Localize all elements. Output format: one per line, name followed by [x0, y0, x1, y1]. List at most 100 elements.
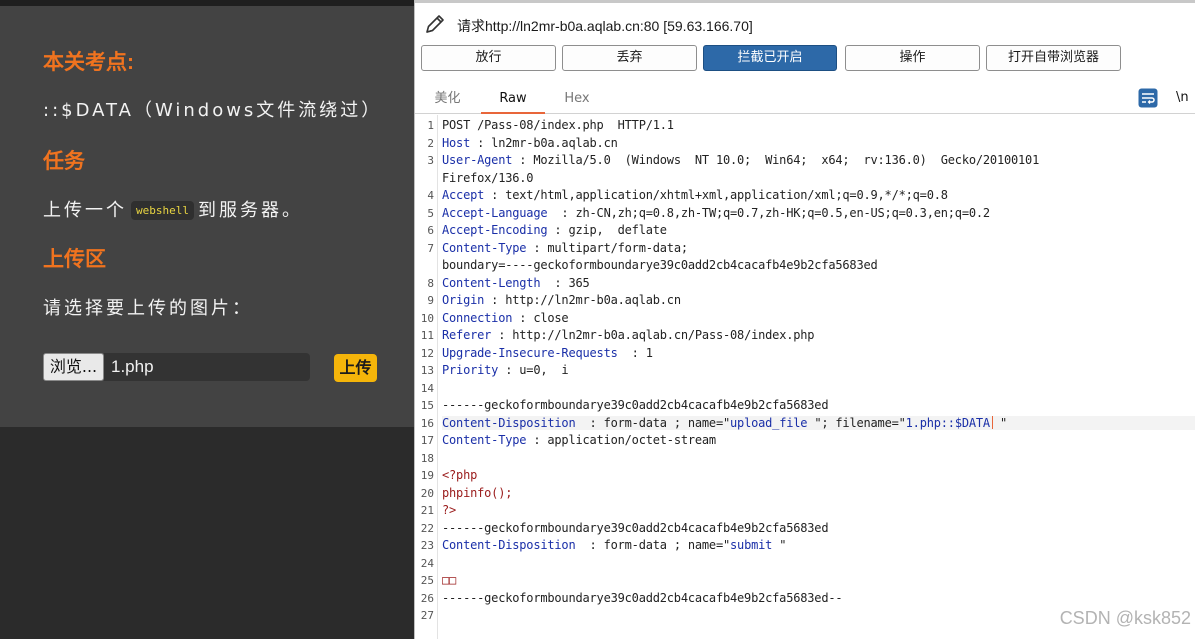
browse-button[interactable]: 浏览...: [43, 353, 104, 381]
section-title-task: 任务: [43, 150, 85, 173]
line-number: 24: [420, 556, 434, 570]
boundary-text: ------geckoformboundarye39c0add2cb4cacaf…: [442, 520, 829, 535]
line-number: 4: [427, 189, 434, 202]
intercept-on-button[interactable]: 拦截已开启: [703, 45, 837, 71]
line-number: 8: [427, 276, 434, 290]
line-number: 13: [420, 364, 434, 377]
request-title: 请求http://ln2mr-b0a.aqlab.cn:80 [59.63.16…: [457, 18, 753, 34]
header-value: : ln2mr-b0a.aqlab.cn: [470, 135, 618, 150]
header-value: : http://ln2mr-b0a.aqlab.cn/Pass-08/inde…: [491, 328, 815, 342]
line-number: 16: [420, 416, 434, 430]
multipart-boundary: ------geckoformboundarye39c0add2cb4cacaf…: [442, 521, 1195, 535]
show-newlines-toggle[interactable]: \n: [1176, 90, 1189, 105]
line-number: 23: [420, 539, 434, 552]
header-value: : Mozilla/5.0 (Windows NT 10.0; Win64; x…: [512, 153, 1040, 167]
header-value: ": [772, 538, 787, 552]
header-value: "; filename=": [807, 415, 906, 430]
php-code: <?php: [442, 468, 478, 482]
line-number: 22: [420, 521, 434, 535]
tab-pretty[interactable]: 美化: [425, 84, 470, 114]
header-content-length: Content-Length : 365: [442, 276, 1195, 290]
line-number: 15: [420, 399, 434, 412]
php-phpinfo: phpinfo();: [442, 486, 1195, 500]
header-value: : text/html,application/xhtml+xml,applic…: [484, 188, 948, 202]
header-user-agent-cont: Firefox/136.0: [442, 171, 1195, 185]
task-text-pre: 上传一个: [43, 200, 127, 221]
burp-intercept-panel: 请求http://ln2mr-b0a.aqlab.cn:80 [59.63.16…: [414, 0, 1195, 639]
action-button[interactable]: 操作: [845, 45, 980, 71]
selected-file-name[interactable]: 1.php: [104, 353, 310, 381]
line-number: 12: [420, 346, 434, 360]
filename-value: 1.php::$DATA: [905, 415, 990, 430]
header-value: : close: [512, 310, 569, 325]
header-accept-language: Accept-Language : zh-CN,zh;q=0.8,zh-TW;q…: [442, 206, 1195, 220]
header-value: : form-data ; name=": [575, 538, 731, 552]
line-number: 7: [427, 241, 434, 255]
header-name: Host: [442, 135, 471, 150]
header-value: : u=0, i: [498, 363, 569, 377]
line-number: 3: [427, 154, 434, 167]
line-number: 10: [420, 311, 434, 325]
header-value: : http://ln2mr-b0a.aqlab.cn: [484, 293, 681, 307]
line-number: 14: [420, 381, 434, 395]
header-value: : zh-CN,zh;q=0.8,zh-TW;q=0.7,zh-HK;q=0.5…: [547, 205, 990, 220]
section-title-upload-area: 上传区: [43, 248, 106, 271]
lab-content-panel: 本关考点: ::$DATA（Windows文件流绕过） 任务 上传一个 websh…: [0, 6, 414, 427]
boundary-text: ------geckoformboundarye39c0add2cb4cacaf…: [442, 590, 843, 605]
editor-tab-bar: 美化 Raw Hex: [415, 84, 1195, 114]
php-code: ?>: [442, 503, 457, 517]
header-value: : gzip, deflate: [547, 223, 667, 237]
php-code: phpinfo();: [442, 485, 513, 500]
header-name: Content-Disposition: [442, 415, 576, 430]
content-disposition-file: Content-Disposition : form-data ; name="…: [442, 415, 1195, 430]
open-browser-button[interactable]: 打开自带浏览器: [986, 45, 1121, 71]
panel-top-border: [415, 0, 1195, 3]
header-origin: Origin : http://ln2mr-b0a.aqlab.cn: [442, 293, 1195, 307]
section-title-test-point: 本关考点:: [43, 51, 134, 74]
multipart-boundary-end: ------geckoformboundarye39c0add2cb4cacaf…: [442, 591, 1195, 605]
watermark: CSDN @ksk852: [1059, 608, 1191, 628]
tab-raw[interactable]: Raw: [481, 84, 545, 114]
content-disposition-submit: Content-Disposition : form-data ; name="…: [442, 538, 1195, 552]
header-value-cont: boundary=----geckoformboundarye39c0add2c…: [442, 258, 878, 272]
header-name: Referer: [442, 328, 492, 342]
line-number: 18: [420, 451, 434, 465]
header-priority: Priority : u=0, i: [442, 363, 1195, 377]
header-name: Connection: [442, 310, 513, 325]
submit-value: □□: [442, 573, 1195, 587]
task-text-post: 到服务器。: [197, 200, 303, 221]
header-name: Content-Type: [442, 240, 527, 255]
header-value: : application/octet-stream: [526, 433, 716, 447]
word-wrap-icon[interactable]: [1138, 88, 1158, 108]
line-number: 25: [420, 574, 434, 587]
line-number: 17: [420, 434, 434, 447]
raw-request-editor[interactable]: 1 2 3 4 5 6 7 8 9 10 11 12 13 14 15 16 1…: [415, 115, 1195, 639]
header-name: Accept-Language: [442, 205, 548, 220]
forward-button[interactable]: 放行: [421, 45, 556, 71]
header-accept: Accept : text/html,application/xhtml+xml…: [442, 188, 1195, 202]
task-text: 上传一个 webshell 到服务器。: [43, 196, 303, 222]
boundary-text: ------geckoformboundarye39c0add2cb4cacaf…: [442, 398, 829, 412]
upload-prompt: 请选择要上传的图片：: [43, 298, 253, 319]
drop-button[interactable]: 丢弃: [562, 45, 697, 71]
header-value: ": [992, 415, 1008, 430]
test-point-text: ::$DATA（Windows文件流绕过）: [43, 100, 383, 121]
request-line-text: POST /Pass-08/index.php HTTP/1.1: [442, 118, 674, 132]
upload-button[interactable]: 上传: [334, 354, 377, 382]
line-number: 27: [420, 609, 434, 622]
field-name-value: submit: [730, 538, 773, 552]
header-name: Accept: [442, 188, 485, 202]
header-connection: Connection : close: [442, 311, 1195, 325]
field-name-value: upload_file: [730, 415, 808, 430]
part-content-type: Content-Type : application/octet-stream: [442, 433, 1195, 447]
webshell-code-chip: webshell: [131, 201, 194, 220]
header-name: Accept-Encoding: [442, 223, 548, 237]
header-referer: Referer : http://ln2mr-b0a.aqlab.cn/Pass…: [442, 328, 1195, 342]
header-accept-encoding: Accept-Encoding : gzip, deflate: [442, 223, 1195, 237]
header-upgrade-insecure: Upgrade-Insecure-Requests : 1: [442, 346, 1195, 360]
pencil-icon: [426, 15, 444, 33]
header-value: : 365: [540, 275, 590, 290]
header-value: : 1: [617, 345, 653, 360]
line-number: 2: [427, 136, 434, 150]
tab-hex[interactable]: Hex: [554, 84, 600, 114]
